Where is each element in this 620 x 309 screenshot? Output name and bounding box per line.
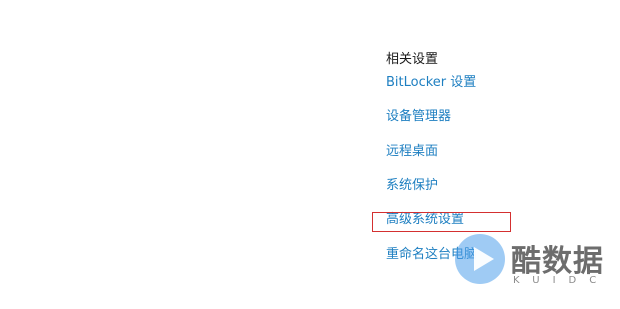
section-title: 相关设置 (386, 52, 439, 67)
remote-desktop-link[interactable]: 远程桌面 (386, 142, 438, 162)
watermark: 酷数据 KUIDC (455, 234, 620, 294)
watermark-text: 酷数据 (511, 244, 604, 279)
watermark-subtext: KUIDC (513, 275, 610, 286)
system-protection-link[interactable]: 系统保护 (386, 176, 438, 196)
play-triangle-icon (474, 247, 494, 271)
bitlocker-settings-link[interactable]: BitLocker 设置 (386, 73, 476, 93)
device-manager-link[interactable]: 设备管理器 (386, 107, 451, 127)
play-logo-icon (455, 234, 505, 284)
advanced-system-settings-link[interactable]: 高级系统设置 (386, 210, 464, 230)
